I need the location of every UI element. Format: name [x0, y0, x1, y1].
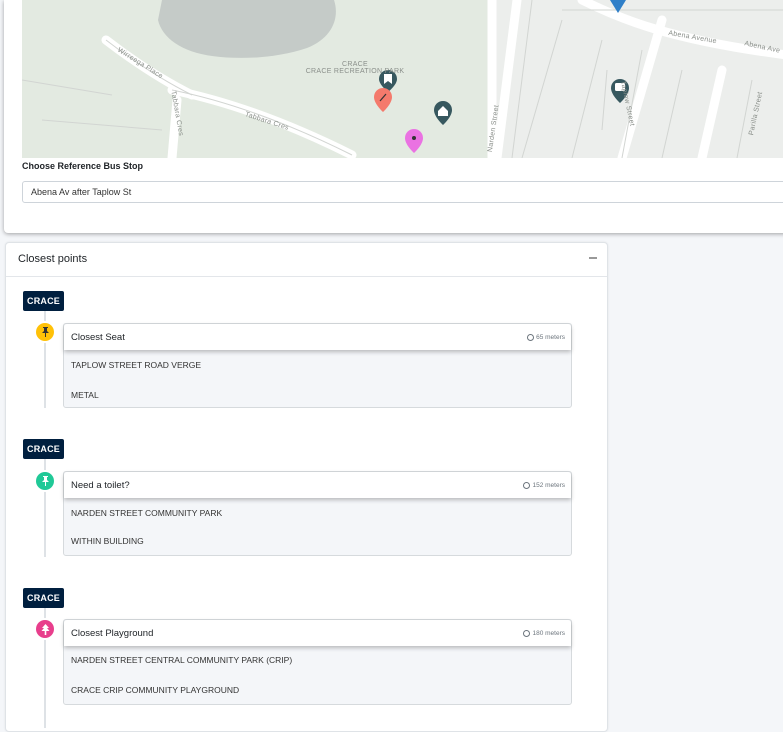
reference-bus-stop-select[interactable]: Abena Av after Taplow St	[22, 181, 783, 203]
timeline-label: CRACE	[23, 588, 65, 608]
reference-bus-stop-label: Choose Reference Bus Stop	[22, 161, 144, 171]
timeline-item-detail: METAL	[71, 390, 99, 400]
timeline-item-detail: WITHIN BUILDING	[71, 536, 144, 546]
map[interactable]: CRACE CRACE RECREATION PARK Wirreega Plac…	[22, 0, 783, 158]
timeline-item-toilet: Need a toilet? 152 meters NARDEN STREET …	[63, 471, 572, 556]
timeline-item-playground: Closest Playground 180 meters NARDEN STR…	[63, 619, 572, 705]
minus-icon[interactable]	[589, 257, 597, 259]
timeline-item-header: Closest Seat 65 meters	[64, 324, 571, 350]
clock-icon	[527, 334, 535, 341]
timeline-label: CRACE	[23, 291, 65, 311]
pin-icon	[36, 472, 54, 490]
tree-icon	[36, 620, 54, 638]
clock-icon	[523, 482, 531, 489]
timeline-item-location: NARDEN STREET COMMUNITY PARK	[71, 508, 223, 518]
timeline-item-title: Closest Seat	[71, 332, 125, 343]
map-card: CRACE CRACE RECREATION PARK Wirreega Plac…	[4, 0, 783, 233]
distance: 65 meters	[527, 334, 565, 341]
pin-icon	[36, 323, 54, 341]
card-header: Closest points	[6, 243, 607, 277]
timeline-item-header: Need a toilet? 152 meters	[64, 472, 571, 498]
timeline-item-title: Closest Playground	[71, 628, 154, 639]
card-title: Closest points	[18, 253, 88, 265]
timeline-item-header: Closest Playground 180 meters	[64, 620, 571, 646]
timeline-item-location: TAPLOW STREET ROAD VERGE	[71, 360, 202, 370]
timeline-item-detail: CRACE CRIP COMMUNITY PLAYGROUND	[71, 685, 240, 695]
timeline-item-title: Need a toilet?	[71, 480, 130, 491]
distance: 180 meters	[523, 630, 565, 637]
timeline-item-seat: Closest Seat 65 meters TAPLOW STREET ROA…	[63, 323, 572, 408]
closest-points-card: Closest points CRACE Closest Seat 65 met…	[5, 242, 608, 732]
timeline-item-location: NARDEN STREET CENTRAL COMMUNITY PARK (CR…	[71, 655, 293, 665]
clock-icon	[523, 630, 531, 637]
map-canvas[interactable]	[22, 0, 783, 158]
timeline-label: CRACE	[23, 439, 65, 459]
distance: 152 meters	[523, 482, 565, 489]
park-label: CRACE CRACE RECREATION PARK	[305, 61, 405, 75]
